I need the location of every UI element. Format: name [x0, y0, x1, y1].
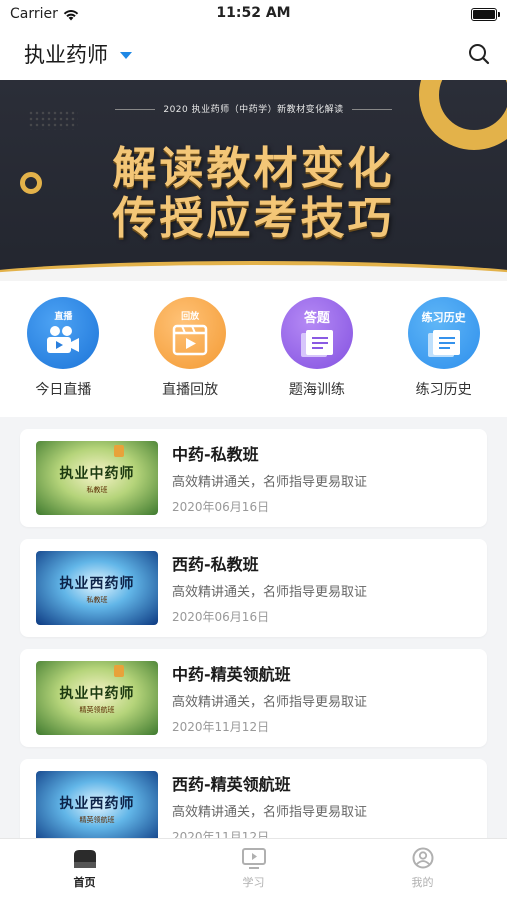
quick-entry-label: 直播回放 [162, 382, 219, 398]
thumb-subtitle: 精英领航班 [79, 816, 115, 824]
status-left: Carrier [10, 6, 80, 22]
nav-bar: 执业药师 [0, 28, 507, 80]
history-tag: 练习历史 [421, 311, 466, 324]
course-info: 西药-精英领航班 高效精讲通关，名师指导更易取证 2020年11月12日 [172, 771, 367, 845]
tab-label: 学习 [242, 876, 265, 889]
course-card[interactable]: 执业西药师 私教班 西药-私教班 高效精讲通关，名师指导更易取证 2020年06… [20, 539, 487, 637]
history-doc-icon [427, 330, 460, 357]
course-desc: 高效精讲通关，名师指导更易取证 [172, 475, 368, 490]
thumb-title: 执业西药师 [59, 796, 135, 812]
course-desc: 高效精讲通关，名师指导更易取证 [172, 695, 368, 710]
tab-label: 首页 [73, 876, 96, 889]
dropdown-caret-icon [120, 51, 132, 59]
history-circle: 练习历史 [407, 297, 480, 369]
quick-entry-history[interactable]: 练习历史 练习历史 [389, 297, 499, 399]
thumb-title: 执业西药师 [59, 576, 135, 592]
course-thumbnail: 执业中药师 精英领航班 [36, 661, 158, 735]
thumb-subtitle: 私教班 [86, 486, 108, 494]
course-list: 执业中药师 私教班 中药-私教班 高效精讲通关，名师指导更易取证 2020年06… [0, 417, 507, 857]
quick-entry-live[interactable]: 直播 今日直播 [8, 297, 118, 399]
thumb-title: 执业中药师 [59, 686, 135, 702]
course-desc: 高效精讲通关，名师指导更易取证 [172, 585, 368, 600]
course-info: 中药-精英领航班 高效精讲通关，名师指导更易取证 2020年11月12日 [172, 661, 367, 735]
thumb-subtitle: 私教班 [86, 596, 108, 604]
thumb-title: 执业中药师 [59, 466, 135, 482]
replay-circle: 回放 [154, 297, 227, 369]
course-title: 中药-精英领航班 [172, 665, 291, 684]
thumb-subtitle: 精英领航班 [79, 706, 115, 714]
quick-entry-replay[interactable]: 回放 直播回放 [135, 297, 245, 399]
tab-study[interactable]: 学习 [169, 839, 338, 900]
practice-circle: 答题 [280, 297, 353, 369]
video-camera-icon [47, 326, 80, 353]
course-title: 中药-私教班 [172, 445, 259, 464]
user-icon [412, 847, 433, 869]
category-selector[interactable]: 执业药师 [24, 39, 132, 69]
status-bar: Carrier 11:52 AM [0, 0, 507, 28]
thumb-badge [114, 665, 124, 677]
quick-entry-label: 练习历史 [415, 382, 472, 398]
page-title: 执业药师 [24, 43, 108, 67]
monitor-play-icon [241, 848, 266, 869]
battery-icon [471, 7, 500, 21]
course-thumbnail: 执业西药师 私教班 [36, 551, 158, 625]
course-title: 西药-精英领航班 [172, 775, 291, 794]
thumb-badge [114, 445, 124, 457]
live-circle: 直播 [27, 297, 100, 369]
tab-home[interactable]: 首页 [0, 839, 169, 900]
banner-wave [0, 261, 507, 281]
course-thumbnail: 执业西药师 精英领航班 [36, 771, 158, 845]
home-icon [73, 850, 96, 868]
tab-mine[interactable]: 我的 [338, 839, 507, 900]
banner-subtitle: 2020 执业药师（中药学）新教材变化解读 [0, 102, 507, 115]
promo-banner[interactable]: 2020 执业药师（中药学）新教材变化解读 解读教材变化 传授应考技巧 [0, 80, 507, 281]
tab-bar: 首页 学习 我的 [0, 838, 507, 900]
course-date: 2020年06月16日 [172, 500, 270, 514]
quick-entry-practice[interactable]: 答题 题海训练 [262, 297, 372, 399]
quick-entry-label: 题海训练 [288, 382, 345, 398]
course-date: 2020年11月12日 [172, 720, 270, 734]
search-icon[interactable] [467, 42, 491, 66]
course-desc: 高效精讲通关，名师指导更易取证 [172, 805, 368, 820]
course-title: 西药-私教班 [172, 555, 259, 574]
course-thumbnail: 执业中药师 私教班 [36, 441, 158, 515]
course-card[interactable]: 执业中药师 精英领航班 中药-精英领航班 高效精讲通关，名师指导更易取证 202… [20, 649, 487, 747]
film-play-icon [172, 324, 208, 356]
carrier-label: Carrier [10, 6, 58, 22]
course-info: 西药-私教班 高效精讲通关，名师指导更易取证 2020年06月16日 [172, 551, 367, 625]
document-icon [300, 330, 333, 357]
course-date: 2020年06月16日 [172, 610, 270, 624]
tab-label: 我的 [411, 876, 434, 889]
replay-tag: 回放 [181, 312, 200, 322]
wifi-icon [63, 9, 79, 20]
live-tag: 直播 [54, 312, 73, 322]
banner-headline: 传授应考技巧 [112, 193, 395, 244]
course-card[interactable]: 执业中药师 私教班 中药-私教班 高效精讲通关，名师指导更易取证 2020年06… [20, 429, 487, 527]
quick-entry-grid: 直播 今日直播 回放 直播回放 答题 题海训练 练习历史 练习历史 [0, 281, 507, 417]
quick-entry-label: 今日直播 [35, 382, 92, 398]
practice-tag: 答题 [303, 311, 330, 326]
course-info: 中药-私教班 高效精讲通关，名师指导更易取证 2020年06月16日 [172, 441, 367, 515]
